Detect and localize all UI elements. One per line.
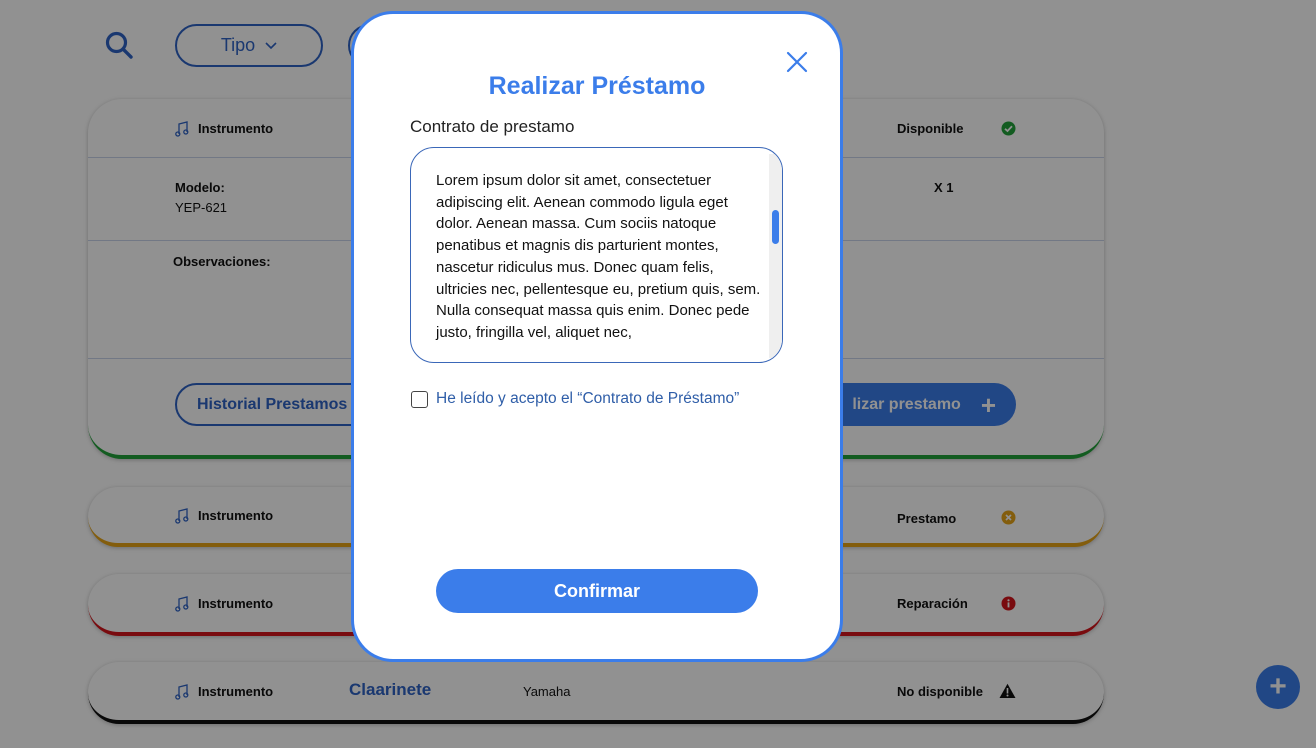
confirm-label: Confirmar bbox=[553, 580, 640, 601]
accept-contract-checkbox[interactable] bbox=[411, 391, 428, 408]
loan-modal: Realizar Préstamo Contrato de prestamo L… bbox=[351, 11, 843, 662]
contract-textbox[interactable]: Lorem ipsum dolor sit amet, consectetuer… bbox=[410, 147, 783, 363]
contract-label: Contrato de prestamo bbox=[410, 117, 575, 136]
contract-text: Lorem ipsum dolor sit amet, consectetuer… bbox=[436, 172, 761, 341]
modal-title: Realizar Préstamo bbox=[488, 72, 706, 100]
scrollbar-thumb[interactable] bbox=[772, 210, 779, 244]
close-icon[interactable] bbox=[786, 51, 808, 73]
scrollbar-track[interactable] bbox=[769, 154, 782, 358]
accept-contract-label[interactable]: He leído y acepto el “Contrato de Présta… bbox=[436, 390, 739, 408]
confirm-button[interactable]: Confirmar bbox=[436, 569, 758, 613]
